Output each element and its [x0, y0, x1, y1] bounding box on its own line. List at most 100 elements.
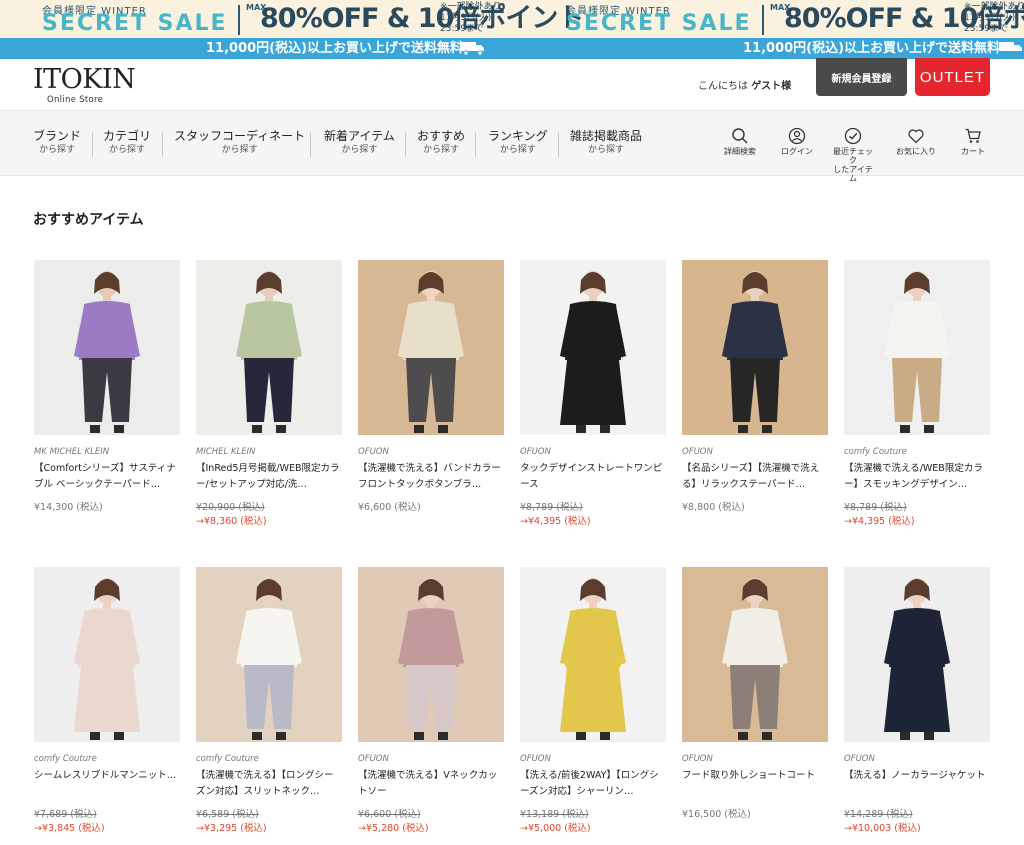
- nav-staff-coordinate[interactable]: スタッフコーディネート から探す: [174, 129, 305, 156]
- product-sale-price: →¥3,295 (税込): [196, 823, 267, 834]
- product-name[interactable]: 【洗濯機で洗える】Vネックカットソー: [358, 768, 504, 800]
- product-card[interactable]: comfy Couture 【洗濯機で洗える】【ロングシーズン対応】スリットネック…: [196, 567, 342, 842]
- product-image-wrap[interactable]: [682, 260, 828, 435]
- product-image-wrap[interactable]: [844, 567, 990, 742]
- product-price: ¥14,300 (税込): [34, 502, 103, 513]
- product-sale-price: →¥4,395 (税込): [844, 516, 915, 527]
- product-card[interactable]: comfy Couture シームレスリブドルマンニット… ¥7,689 (税込) →…: [34, 567, 180, 842]
- product-price: ¥6,600 (税込): [358, 809, 421, 820]
- product-name[interactable]: シームレスリブドルマンニット…: [34, 768, 180, 800]
- product-image-wrap[interactable]: [358, 567, 504, 742]
- nav-sub: から探す: [39, 145, 76, 155]
- nav-recommend[interactable]: おすすめ から探す: [417, 129, 465, 156]
- product-sale-price: →¥8,360 (税込): [196, 516, 267, 527]
- promo-title: SECRET SALE: [566, 11, 752, 36]
- product-image-wrap[interactable]: [520, 567, 666, 742]
- product-card[interactable]: OFUON 【洗濯機で洗える】Vネックカットソー ¥6,600 (税込) →¥5,28…: [358, 567, 504, 842]
- product-image-wrap[interactable]: [682, 567, 828, 742]
- product-card[interactable]: OFUON 【洗える/前後2WAY】【ロングシーズン対応】シャーリン… ¥13,18…: [520, 567, 666, 842]
- product-image: [34, 567, 180, 742]
- product-image-wrap[interactable]: [844, 260, 990, 435]
- product-name[interactable]: 【Comfortシリーズ】サスティナブル ベーシックテーパード…: [34, 461, 180, 493]
- nav-label: スタッフコーディネート: [174, 129, 306, 143]
- site-logo[interactable]: ITOKIN Online Store: [33, 66, 143, 106]
- promo-unit: 会員様限定 WINTER SECRET SALE MAX 80%OFF & 10…: [566, 0, 1024, 38]
- tool-login[interactable]: ログイン: [777, 127, 817, 156]
- product-card[interactable]: MICHEL KLEIN 【InRed5月号掲載/WEB限定カラー/セットアップ対…: [196, 260, 342, 535]
- nav-sub: から探す: [423, 145, 460, 155]
- product-name[interactable]: タックデザインストレートワンピース: [520, 461, 666, 493]
- product-card[interactable]: MK MICHEL KLEIN 【Comfortシリーズ】サスティナブル ベーシッ…: [34, 260, 180, 535]
- product-image-wrap[interactable]: [358, 260, 504, 435]
- heart-icon: [908, 129, 924, 144]
- nav-sub: から探す: [341, 145, 378, 155]
- promo-max: MAX: [770, 3, 791, 12]
- nav-category[interactable]: カテゴリ から探す: [103, 129, 151, 156]
- nav-label: おすすめ: [417, 129, 466, 143]
- product-name[interactable]: 【名品シリーズ】【洗濯機で洗える】リラックステーパード…: [682, 461, 828, 493]
- tool-recently-viewed[interactable]: 最近チェック したアイテム: [830, 127, 876, 183]
- product-price: ¥14,289 (税込): [844, 809, 913, 820]
- product-name[interactable]: 【洗える】ノーカラージャケット: [844, 768, 990, 800]
- product-image: [844, 260, 990, 435]
- search-icon: [732, 128, 748, 144]
- product-image-wrap[interactable]: [34, 260, 180, 435]
- product-image-wrap[interactable]: [34, 567, 180, 742]
- greeting: こんにちは ゲスト様: [698, 77, 791, 92]
- product-name[interactable]: 【洗える/前後2WAY】【ロングシーズン対応】シャーリン…: [520, 768, 666, 800]
- register-button[interactable]: 新規会員登録: [816, 58, 907, 96]
- tool-favorites[interactable]: お気に入り: [892, 127, 940, 156]
- nav-brand[interactable]: ブランド から探す: [33, 129, 81, 156]
- promo-unit: 会員様限定 WINTER SECRET SALE MAX 80%OFF & 10…: [42, 0, 584, 38]
- product-brand: OFUON: [520, 447, 551, 457]
- product-image-wrap[interactable]: [196, 567, 342, 742]
- product-brand: OFUON: [844, 754, 875, 764]
- product-price: ¥20,900 (税込): [196, 502, 265, 513]
- outlet-button[interactable]: OUTLET: [915, 58, 990, 96]
- tool-search[interactable]: 詳細検索: [720, 127, 760, 156]
- product-name[interactable]: 【InRed5月号掲載/WEB限定カラー/セットアップ対応/洗…: [196, 461, 342, 493]
- promo-note: ※一部除外あり 11月9日(火) 23:59まで: [440, 2, 502, 34]
- product-name[interactable]: 【洗濯機で洗える】バンドカラーフロントタックボタンブラ…: [358, 461, 504, 493]
- nav-label: ブランド: [33, 129, 82, 143]
- product-card[interactable]: OFUON 【洗える】ノーカラージャケット ¥14,289 (税込) →¥10,003…: [844, 567, 990, 842]
- product-sale-price: →¥4,395 (税込): [520, 516, 591, 527]
- product-card[interactable]: OFUON フード取り外しショートコート ¥16,500 (税込): [682, 567, 828, 842]
- promo-divider: [238, 5, 240, 35]
- product-price: ¥7,689 (税込): [34, 809, 97, 820]
- product-name[interactable]: 【洗濯機で洗える】【ロングシーズン対応】スリットネック…: [196, 768, 342, 800]
- product-image: [844, 567, 990, 742]
- product-sale-price: →¥3,845 (税込): [34, 823, 105, 834]
- nav-divider: [475, 132, 476, 157]
- nav-new-items[interactable]: 新着アイテム から探す: [324, 129, 395, 156]
- nav-label: カテゴリ: [103, 129, 152, 143]
- product-name[interactable]: 【洗濯機で洗える/WEB限定カラー】スモッキングデザイン…: [844, 461, 990, 493]
- tool-label: 詳細検索: [724, 147, 756, 156]
- nav-ranking[interactable]: ランキング から探す: [488, 129, 548, 156]
- product-image: [358, 567, 504, 742]
- product-name[interactable]: フード取り外しショートコート: [682, 768, 828, 800]
- greeting-user: ゲスト様: [751, 81, 792, 92]
- product-price: ¥8,789 (税込): [520, 502, 583, 513]
- product-card[interactable]: OFUON タックデザインストレートワンピース ¥8,789 (税込) →¥4,395…: [520, 260, 666, 535]
- product-card[interactable]: comfy Couture 【洗濯機で洗える/WEB限定カラー】スモッキングデザイ…: [844, 260, 990, 535]
- promo-banner[interactable]: 会員様限定 WINTER SECRET SALE MAX 80%OFF & 10…: [0, 0, 1024, 38]
- nav-sub: から探す: [499, 145, 536, 155]
- product-image-wrap[interactable]: [520, 260, 666, 435]
- tool-cart[interactable]: カート: [955, 127, 991, 156]
- product-image: [520, 260, 666, 435]
- promo-offer: 80%OFF & 10倍ポイント: [260, 3, 584, 34]
- free-shipping-bar[interactable]: 11,000円(税込)以上お買い上げで送料無料 11,000円(税込)以上お買い…: [0, 38, 1024, 59]
- main-nav: ブランド から探す カテゴリ から探す スタッフコーディネート から探す 新着ア…: [0, 110, 1024, 183]
- promo-note: ※一部除外あり 11月9日(火) 23:59まで: [964, 2, 1024, 34]
- product-image: [358, 260, 504, 435]
- greeting-prefix: こんにちは: [698, 81, 748, 92]
- product-card[interactable]: OFUON 【名品シリーズ】【洗濯機で洗える】リラックステーパード… ¥8,800 …: [682, 260, 828, 535]
- nav-divider: [92, 132, 93, 157]
- product-card[interactable]: OFUON 【洗濯機で洗える】バンドカラーフロントタックボタンブラ… ¥6,600 …: [358, 260, 504, 535]
- nav-magazine[interactable]: 雑誌掲載商品 から探す: [570, 129, 642, 156]
- product-brand: OFUON: [520, 754, 551, 764]
- product-image-wrap[interactable]: [196, 260, 342, 435]
- tool-label: ログイン: [781, 147, 813, 156]
- product-image: [682, 260, 828, 435]
